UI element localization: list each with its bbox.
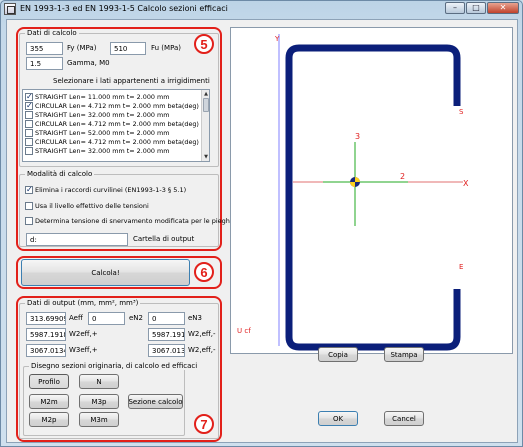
cancel-button[interactable]: Cancel [384,411,424,426]
fu-label: Fu (MPa) [151,44,182,52]
fu-input[interactable]: 510 [110,42,146,55]
item-checkbox[interactable] [25,119,33,128]
elimina-raccordi-check[interactable]: Elimina i raccordi curvilinei (EN1993-1-… [25,185,187,194]
output-title: Dati di output (mm, mm², mm³) [25,299,141,307]
en3-output: 0 [148,312,185,325]
c-profile-upper [285,44,461,351]
fy-label: Fy (MPa) [67,44,97,52]
item-checkbox[interactable] [25,128,33,137]
main-window: EN 1993-1-3 ed EN 1993-1-5 Calcolo sezio… [0,0,523,447]
maximize-icon: □ [472,3,480,12]
check-label: Determina tensione di snervamento modifi… [35,217,234,225]
checkbox[interactable] [25,185,33,194]
tensione-snervamento-check[interactable]: Determina tensione di snervamento modifi… [25,217,234,225]
profilo-button[interactable]: Profilo [29,374,69,389]
close-icon: ✕ [499,3,507,12]
list-item[interactable]: STRAIGHT Len= 11.000 mm t= 2.000 mm [25,92,169,101]
section-caption: U cf [237,327,251,335]
copia-button[interactable]: Copia [318,347,358,362]
drawing-svg: Y X 3 2 S E U cf [237,34,469,351]
list-item-label: STRAIGHT Len= 52.000 mm t= 2.000 mm [35,128,170,137]
list-item-label: CIRCULAR Len= 4.712 mm t= 2.000 mm beta(… [35,101,207,110]
sezione-calcolo-button[interactable]: Sezione calcolo [128,394,183,409]
window-title: EN 1993-1-3 ed EN 1993-1-5 Calcolo sezio… [20,4,228,13]
gamma-input[interactable]: 1.5 [26,57,63,70]
x-axis-label: X [463,179,469,188]
section-drawing: Y X 3 2 S E U cf [230,27,513,354]
scroll-down-icon[interactable]: ▼ [203,154,209,160]
list-item-label: STRAIGHT Len= 32.000 mm t= 2.000 mm [35,110,170,119]
w2eff-minus-output: 5987.1918 [148,328,185,341]
fy-input[interactable]: 355 [26,42,63,55]
end-label: E [459,263,463,271]
dati-calcolo-title: Dati di calcolo [25,29,79,37]
en3-label: eN3 [188,314,202,322]
en2-output: 0 [88,312,125,325]
badge-6: 6 [194,262,214,282]
item-checkbox[interactable] [25,110,33,119]
disegno-title: Disegno sezioni originaria, di calcolo e… [29,362,200,370]
item-checkbox[interactable] [25,92,33,101]
select-sides-label: Selezionare i lati appartenenti a irrigi… [53,77,210,85]
w2eff-plus-label: W2eff,+ [69,330,98,338]
output-folder-label: Cartella di output [133,235,195,243]
title-bar[interactable]: EN 1993-1-3 ed EN 1993-1-5 Calcolo sezio… [1,1,522,18]
list-item-label: STRAIGHT Len= 32.000 mm t= 2.000 mm [35,146,170,155]
w2eff-minus-label: W2,eff,- [188,330,216,338]
checkbox[interactable] [25,202,33,210]
sides-listbox[interactable]: STRAIGHT Len= 11.000 mm t= 2.000 mm CIRC… [22,89,210,162]
checkbox[interactable] [25,217,33,225]
list-item-label: CIRCULAR Len= 4.712 mm t= 2.000 mm beta(… [35,119,207,128]
list-item-label: CIRCULAR Len= 4.712 mm t= 2.000 mm beta(… [35,137,207,146]
m3m-button[interactable]: M3m [79,412,119,427]
minimize-icon: – [453,3,457,12]
w2eff-minus-label-2: W2,eff,- [188,346,216,354]
n-button[interactable]: N [79,374,119,389]
item-checkbox[interactable] [25,101,33,110]
w2eff-plus-output: 5987.1918 [26,328,66,341]
calcola-button[interactable]: Calcola! [21,259,190,286]
list-item[interactable]: CIRCULAR Len= 4.712 mm t= 2.000 mm beta(… [25,101,206,110]
livello-tensioni-check[interactable]: Usa il livello effettivo delle tensioni [25,202,149,210]
dialog-client: 5 Dati di calcolo 355 Fy (MPa) 510 Fu (M… [6,19,518,443]
maximize-button[interactable]: □ [466,2,486,14]
list-item[interactable]: CIRCULAR Len= 4.712 mm t= 2.000 mm beta(… [25,137,206,146]
check-label: Usa il livello effettivo delle tensioni [35,202,149,210]
list-item[interactable]: STRAIGHT Len= 32.000 mm t= 2.000 mm [25,146,169,155]
app-icon [4,3,16,15]
start-label: S [459,108,464,116]
aeff-label: Aeff [69,314,83,322]
y-axis-label: Y [274,35,280,43]
en2-label: eN2 [129,314,143,322]
check-label: Elimina i raccordi curvilinei (EN1993-1-… [35,186,187,194]
gamma-label: Gamma, M0 [67,59,110,67]
list-item[interactable]: STRAIGHT Len= 52.000 mm t= 2.000 mm [25,128,169,137]
w3eff-plus-output: 3067.0134 [26,344,66,357]
modalita-title: Modalità di calcolo [25,170,95,178]
list-item-label: STRAIGHT Len= 11.000 mm t= 2.000 mm [35,92,170,101]
list-item[interactable]: CIRCULAR Len= 4.712 mm t= 2.000 mm beta(… [25,119,206,128]
axis-3-label: 3 [355,132,360,141]
scroll-thumb[interactable] [203,98,209,112]
list-item[interactable]: STRAIGHT Len= 32.000 mm t= 2.000 mm [25,110,169,119]
scroll-up-icon[interactable]: ▲ [203,91,209,97]
close-button[interactable]: ✕ [487,2,519,14]
axis-2-label: 2 [400,172,405,181]
item-checkbox[interactable] [25,146,33,155]
minimize-button[interactable]: – [445,2,465,14]
m2m-button[interactable]: M2m [29,394,69,409]
stampa-button[interactable]: Stampa [384,347,424,362]
w2eff-minus-output-2: 3067.0134 [148,344,185,357]
w3eff-plus-label: W3eff,+ [69,346,98,354]
m2p-button[interactable]: M2p [29,412,69,427]
output-folder-input[interactable]: d: [26,233,128,246]
m3p-button[interactable]: M3p [79,394,119,409]
aeff-output: 313.69909 [26,312,66,325]
ok-button[interactable]: OK [318,411,358,426]
listbox-scrollbar[interactable]: ▲ ▼ [201,90,209,161]
item-checkbox[interactable] [25,137,33,146]
